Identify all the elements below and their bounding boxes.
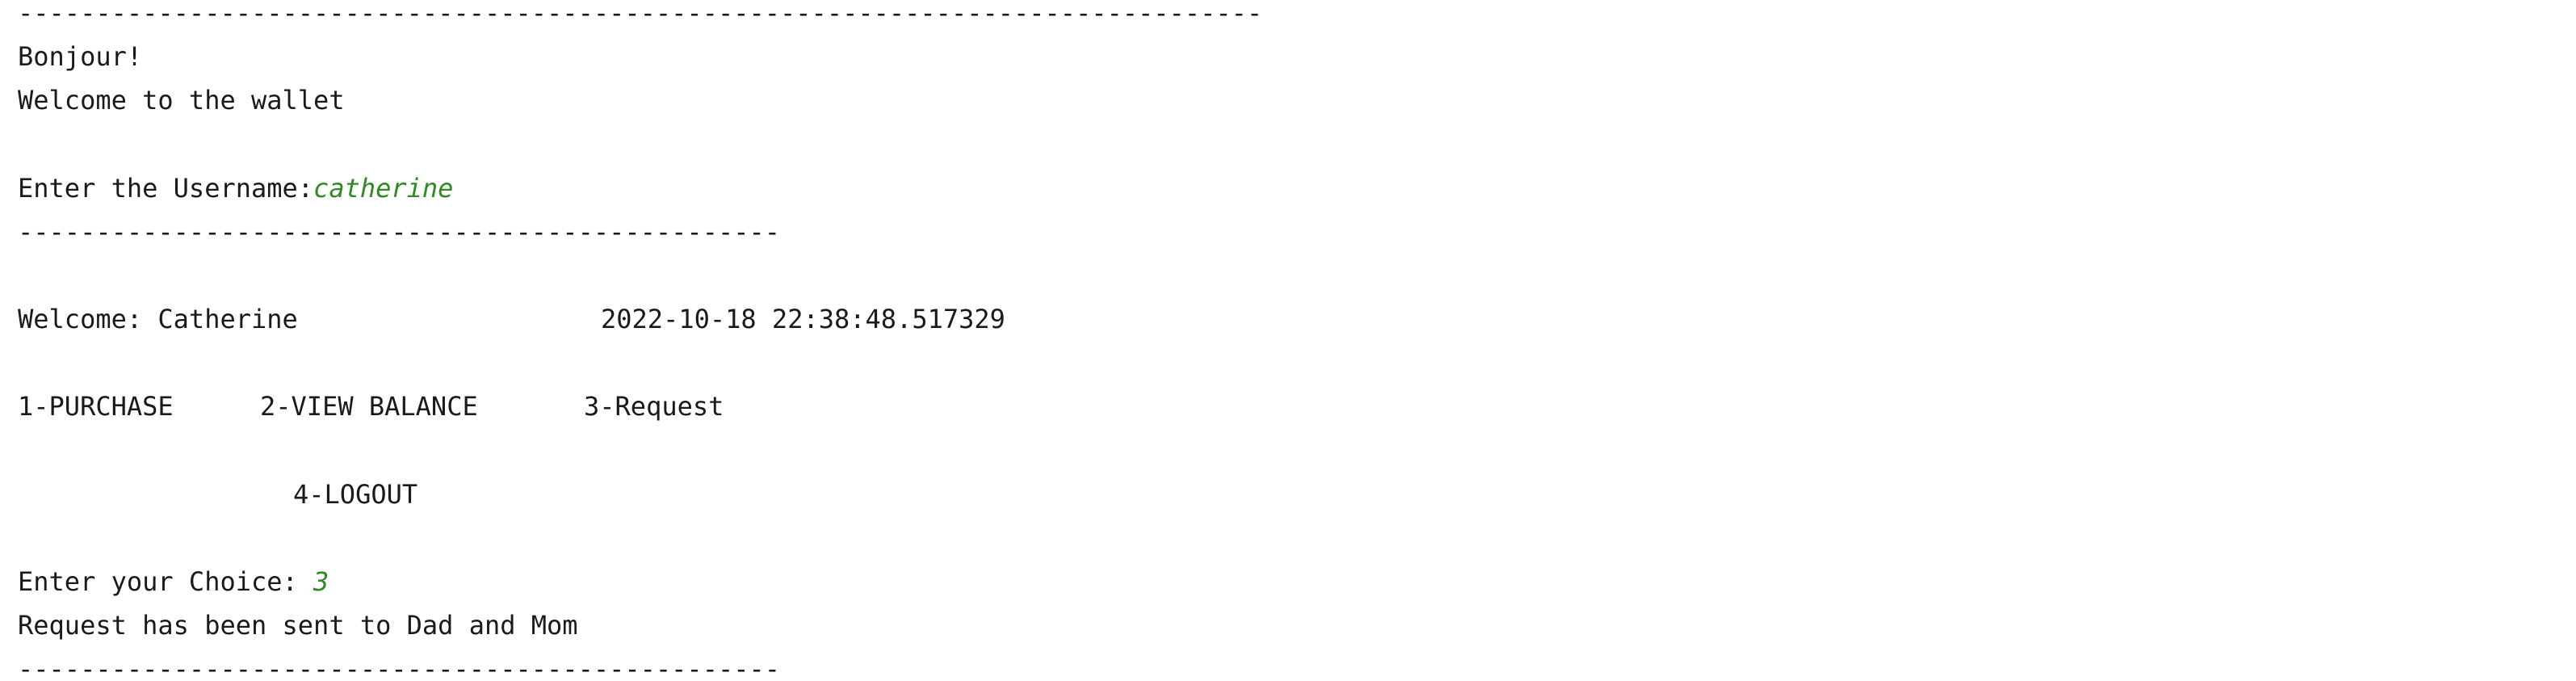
username-prompt-line: Enter the Username:catherine [18,175,453,201]
choice-prompt-line: Enter your Choice: 3 [18,569,329,595]
welcome-wallet-text: Welcome to the wallet [18,85,345,116]
choice-input[interactable]: 3 [313,566,329,597]
console-output: ----------------------------------------… [0,0,2576,681]
separator-bottom: ----------------------------------------… [18,654,781,681]
choice-prompt: Enter your Choice: [18,566,314,597]
greeting-text: Bonjour! [18,41,143,72]
separator-middle: ----------------------------------------… [18,216,781,247]
username-prompt: Enter the Username: [18,173,314,204]
menu-option-request: 3-Request [584,391,724,422]
menu-option-purchase: 1-PURCHASE [18,391,174,422]
welcome-user-text: Welcome: Catherine [18,304,298,334]
request-result-text: Request has been sent to Dad and Mom [18,610,578,641]
timestamp-text: 2022-10-18 22:38:48.517329 [601,304,1005,334]
menu-option-view-balance: 2-VIEW BALANCE [260,391,478,422]
menu-option-logout: 4-LOGOUT [293,479,418,510]
separator-top: ----------------------------------------… [18,0,1263,28]
username-input[interactable]: catherine [313,173,453,204]
